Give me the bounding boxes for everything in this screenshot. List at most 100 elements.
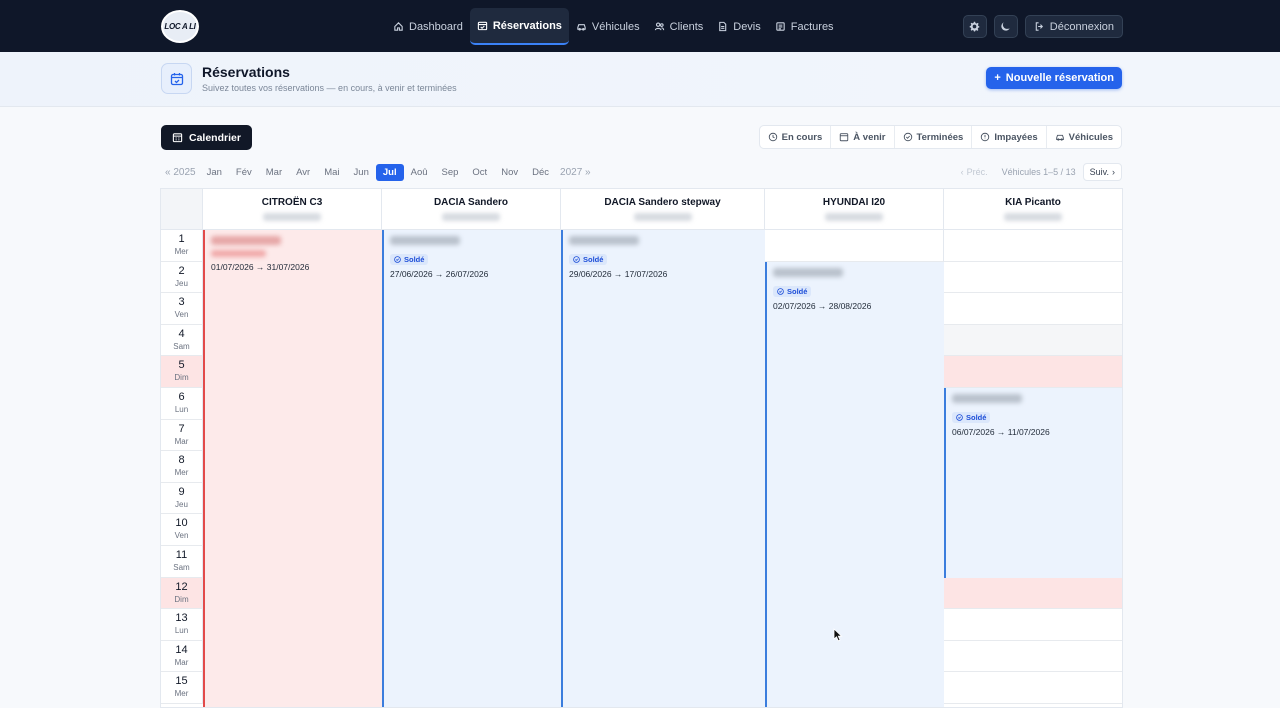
day-weekday: Sam bbox=[173, 341, 190, 351]
day-number: 12 bbox=[175, 580, 188, 593]
day-number: 10 bbox=[175, 517, 188, 530]
car-icon bbox=[577, 24, 586, 31]
calendar-cell[interactable] bbox=[944, 356, 1122, 388]
day-number: 14 bbox=[175, 643, 188, 656]
day-number: 9 bbox=[178, 485, 185, 498]
calendar-check-icon bbox=[477, 21, 488, 31]
month-aug[interactable]: Aoû bbox=[404, 164, 435, 181]
status-badge: Soldé bbox=[569, 254, 608, 265]
calendar-icon bbox=[172, 133, 183, 143]
calendar-cell[interactable] bbox=[944, 641, 1122, 673]
day-label: 1 Mer bbox=[161, 230, 203, 262]
reservation-block[interactable]: 01/07/2026 → 31/07/2026 bbox=[203, 230, 382, 707]
day-label: 9 Jeu bbox=[161, 482, 203, 515]
vehicle-column-header: HYUNDAI I20 bbox=[765, 189, 944, 230]
calendar-cell[interactable] bbox=[944, 293, 1122, 325]
nav-clients[interactable]: Clients bbox=[647, 8, 711, 45]
reservation-block[interactable]: Soldé 29/06/2026 → 17/07/2026 bbox=[561, 230, 765, 707]
day-label: 15 Mer bbox=[161, 672, 203, 704]
vehicle-name: DACIA Sandero bbox=[433, 197, 509, 208]
day-number: 2 bbox=[178, 264, 185, 277]
settings-button[interactable] bbox=[962, 15, 987, 38]
filter-impayees[interactable]: Impayées bbox=[972, 126, 1047, 148]
logout-button[interactable]: Déconnexion bbox=[1024, 15, 1123, 38]
new-reservation-button[interactable]: + Nouvelle réservation bbox=[986, 67, 1122, 89]
page-title: Réservations bbox=[202, 64, 290, 80]
file-icon bbox=[719, 21, 727, 32]
status-badge: Soldé bbox=[952, 412, 991, 423]
day-weekday: Mar bbox=[174, 657, 189, 667]
reservation-block[interactable]: Soldé 06/07/2026 → 11/07/2026 bbox=[944, 388, 1122, 578]
filter-en-cours[interactable]: En cours bbox=[760, 126, 832, 148]
reservation-block[interactable]: Soldé 27/06/2026 → 26/07/2026 bbox=[382, 230, 561, 707]
month-jul[interactable]: Jul bbox=[375, 164, 404, 181]
month-mar[interactable]: Mar bbox=[259, 164, 289, 181]
month-selector: « 2025 Jan Fév Mar Avr Mai Jun Jul Aoû S… bbox=[161, 164, 595, 181]
calendar-cell[interactable] bbox=[944, 324, 1122, 357]
chevron-right-icon: › bbox=[1112, 167, 1115, 177]
month-feb[interactable]: Fév bbox=[229, 164, 259, 181]
day-label: 11 Sam bbox=[161, 546, 203, 578]
filter-vehicules[interactable]: Véhicules bbox=[1047, 126, 1121, 148]
header-calendar-icon bbox=[161, 63, 192, 94]
calendar-cell[interactable] bbox=[944, 609, 1122, 641]
prev-page-button[interactable]: ‹ Préc. bbox=[954, 163, 995, 181]
reservation-block[interactable]: Soldé 02/07/2026 → 28/08/2026 bbox=[765, 261, 944, 707]
nav-vehicules[interactable]: Véhicules bbox=[569, 8, 647, 45]
filter-terminees[interactable]: Terminées bbox=[895, 126, 973, 148]
nav-dashboard[interactable]: Dashboard bbox=[386, 8, 470, 45]
calendar-cell[interactable] bbox=[944, 672, 1122, 704]
calendar-icon bbox=[840, 133, 849, 142]
month-jan[interactable]: Jan bbox=[200, 164, 229, 181]
car-icon bbox=[1055, 134, 1064, 141]
calendar-cell[interactable] bbox=[765, 230, 944, 262]
client-name-redacted bbox=[390, 236, 460, 245]
vehicle-name: CITROËN C3 bbox=[261, 197, 323, 208]
reservation-dates: 01/07/2026 → 31/07/2026 bbox=[211, 262, 310, 272]
grid-corner bbox=[161, 189, 203, 230]
theme-toggle-button[interactable] bbox=[993, 15, 1018, 38]
home-icon bbox=[394, 22, 403, 31]
day-number: 7 bbox=[178, 422, 185, 435]
nav-devis[interactable]: Devis bbox=[710, 8, 768, 45]
mouse-cursor-icon bbox=[833, 628, 843, 642]
next-page-button[interactable]: Suiv. › bbox=[1082, 163, 1122, 181]
vehicle-plate-redacted bbox=[263, 213, 321, 221]
app-logo[interactable]: LOC A LI bbox=[161, 10, 199, 43]
calendar-cell[interactable] bbox=[944, 577, 1122, 610]
day-number: 15 bbox=[175, 675, 188, 688]
day-label: 6 Lun bbox=[161, 388, 203, 420]
day-number: 13 bbox=[175, 612, 188, 625]
check-circle-icon bbox=[573, 256, 580, 263]
check-circle-icon bbox=[956, 414, 963, 421]
day-label: 4 Sam bbox=[161, 324, 203, 357]
client-name-redacted bbox=[952, 394, 1022, 403]
month-dec[interactable]: Déc bbox=[525, 164, 556, 181]
moon-icon bbox=[1001, 22, 1010, 31]
day-label: 3 Ven bbox=[161, 293, 203, 325]
calendar-view-button[interactable]: Calendrier bbox=[161, 125, 252, 150]
status-badge: Soldé bbox=[773, 285, 812, 297]
nav-factures[interactable]: Factures bbox=[768, 8, 841, 45]
month-jun[interactable]: Jun bbox=[347, 164, 376, 181]
prev-year-link[interactable]: « 2025 bbox=[161, 164, 200, 181]
chevron-left-icon: ‹ bbox=[960, 167, 964, 177]
next-year-link[interactable]: 2027 » bbox=[556, 164, 595, 181]
day-label: 8 Mer bbox=[161, 451, 203, 483]
calendar-cell[interactable] bbox=[944, 262, 1122, 294]
reservation-dates: 29/06/2026 → 17/07/2026 bbox=[569, 269, 668, 279]
calendar-cell[interactable] bbox=[944, 230, 1122, 262]
day-weekday: Jeu bbox=[175, 499, 188, 509]
status-badge: Soldé bbox=[390, 254, 429, 265]
check-circle-icon bbox=[903, 132, 912, 142]
month-nov[interactable]: Nov bbox=[494, 164, 525, 181]
users-icon bbox=[654, 22, 664, 31]
nav-reservations[interactable]: Réservations bbox=[469, 8, 569, 45]
month-apr[interactable]: Avr bbox=[289, 164, 317, 181]
filter-a-venir[interactable]: À venir bbox=[831, 126, 895, 148]
day-weekday: Mer bbox=[174, 247, 189, 256]
month-oct[interactable]: Oct bbox=[465, 164, 494, 181]
month-sep[interactable]: Sep bbox=[435, 164, 466, 181]
day-number: 4 bbox=[178, 327, 185, 340]
month-may[interactable]: Mai bbox=[317, 164, 346, 181]
